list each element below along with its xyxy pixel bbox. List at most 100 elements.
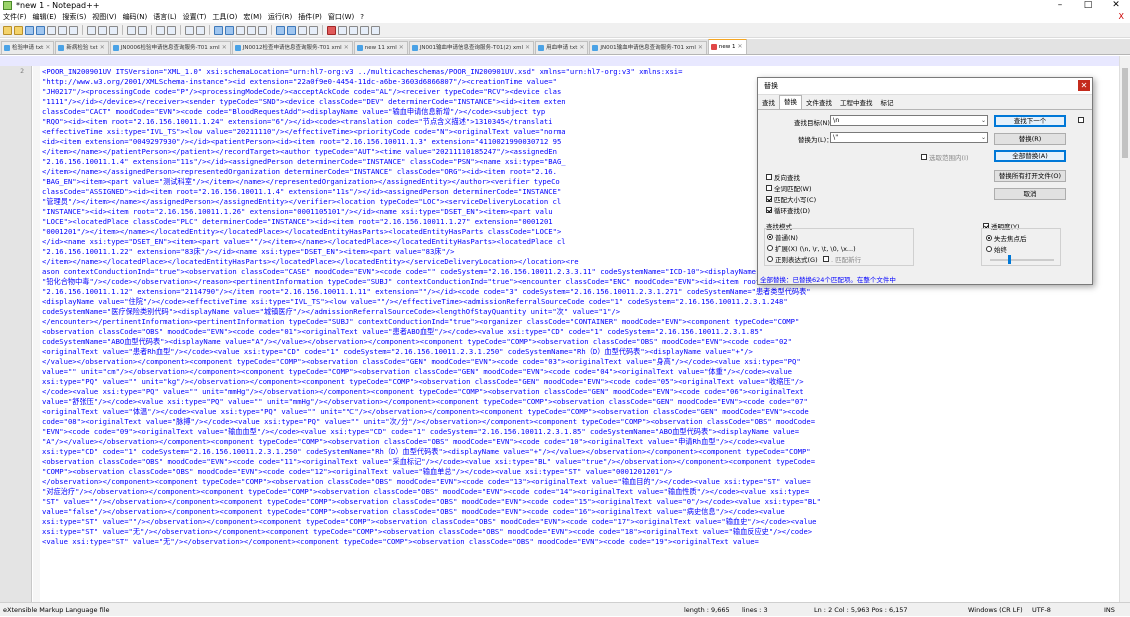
- stop-macro-icon[interactable]: [338, 25, 347, 35]
- redo-icon[interactable]: [138, 25, 147, 35]
- mode-normal-radio[interactable]: 普通(N): [767, 232, 798, 242]
- undo-icon[interactable]: [127, 25, 136, 35]
- menu-item[interactable]: 插件(P): [295, 11, 325, 23]
- checkbox-box[interactable]: [766, 196, 772, 202]
- menu-item[interactable]: 搜索(S): [59, 11, 89, 23]
- word-wrap-icon[interactable]: [236, 25, 245, 35]
- code-line[interactable]: xsi:type="ST" value=""/></observation></…: [42, 517, 1128, 527]
- checkbox-box[interactable]: [921, 154, 927, 160]
- menu-item[interactable]: ?: [357, 11, 367, 23]
- dialog-tab[interactable]: 工程中查找: [836, 97, 877, 109]
- sync-vertical-icon[interactable]: [214, 25, 223, 35]
- tab-close-icon[interactable]: ✕: [344, 42, 349, 54]
- tab-close-icon[interactable]: ✕: [45, 42, 50, 54]
- option-checkbox[interactable]: 匹配大小写(C): [766, 194, 816, 204]
- code-line[interactable]: "对症治疗"/></observation></component><compo…: [42, 487, 1128, 497]
- dialog-close-button[interactable]: ✕: [1078, 80, 1090, 91]
- code-line[interactable]: <originalText value="体温"/></code><value …: [42, 407, 1128, 417]
- close-document-icon[interactable]: X: [1119, 11, 1124, 23]
- mode-regex-radio[interactable]: 正则表达式(G): [767, 254, 818, 264]
- code-line[interactable]: </code><value xsi:type="PQ" value="" uni…: [42, 387, 1128, 397]
- tab-close-icon[interactable]: ✕: [738, 41, 743, 53]
- function-list-icon[interactable]: [287, 25, 296, 35]
- minimize-button[interactable]: –: [1046, 0, 1074, 11]
- find-next-option-checkbox[interactable]: [1078, 117, 1086, 123]
- replace-all-button[interactable]: 全部替换(A): [994, 150, 1066, 162]
- option-checkbox[interactable]: 循环查找(D): [766, 205, 810, 215]
- code-line[interactable]: "2.16.156.10011.1.12" extension="2114790…: [42, 287, 1128, 297]
- show-all-chars-icon[interactable]: [247, 25, 256, 35]
- document-tab[interactable]: new 11 xml ✕: [353, 41, 408, 54]
- code-line[interactable]: codeSystemName="ABO血型代码表"><displayName v…: [42, 337, 1128, 347]
- option-checkbox[interactable]: 全词匹配(W): [766, 183, 812, 193]
- dialog-tab[interactable]: 查找: [758, 97, 779, 109]
- code-line[interactable]: "COMP"><observation classCode="OBS" mood…: [42, 467, 1128, 477]
- new-file-icon[interactable]: [3, 25, 12, 35]
- zoom-in-icon[interactable]: [185, 25, 194, 35]
- menu-item[interactable]: 语言(L): [150, 11, 179, 23]
- dotall-checkbox[interactable]: . 匹配新行: [823, 254, 861, 264]
- code-line[interactable]: <displayName value="住院"/></code><effecti…: [42, 297, 1128, 307]
- print-icon[interactable]: [69, 25, 78, 35]
- checkbox-box[interactable]: [766, 185, 772, 191]
- vertical-scrollbar[interactable]: [1119, 56, 1130, 602]
- tab-close-icon[interactable]: ✕: [100, 42, 105, 54]
- code-line[interactable]: value="false"/></observation></component…: [42, 507, 1128, 517]
- checkbox-box[interactable]: [1078, 117, 1084, 123]
- code-line[interactable]: xsi:type="CD" code="1" codeSystem="2.16.…: [42, 447, 1128, 457]
- menu-item[interactable]: 窗口(W): [325, 11, 357, 23]
- code-line[interactable]: code="08"><originalText value="脉搏"/></co…: [42, 417, 1128, 427]
- mode-extended-radio[interactable]: 扩展(X) (\n, \r, \t, \0, \x...): [767, 243, 856, 253]
- menu-item[interactable]: 文件(F): [0, 11, 30, 23]
- slider-thumb[interactable]: [1008, 255, 1012, 264]
- tab-close-icon[interactable]: ✕: [579, 42, 584, 54]
- code-line[interactable]: <originalText value="患者Rh血型"/></code><va…: [42, 347, 1128, 357]
- document-tab[interactable]: 新病检验 txt ✕: [55, 41, 109, 54]
- copy-icon[interactable]: [98, 25, 107, 35]
- code-line[interactable]: <value xsi:type="ST" value="无"/></observ…: [42, 537, 1128, 547]
- menu-item[interactable]: 工具(O): [209, 11, 240, 23]
- code-line[interactable]: xsi:type="PQ" value="" unit="kg"/></obse…: [42, 377, 1128, 387]
- radio-dot[interactable]: [767, 234, 773, 240]
- document-tab[interactable]: JN0006检验申请信息查询服务-T01 xml ✕: [109, 41, 231, 54]
- monitoring-icon[interactable]: [309, 25, 318, 35]
- indent-guide-icon[interactable]: [258, 25, 267, 35]
- menu-item[interactable]: 编辑(E): [30, 11, 60, 23]
- find-next-button[interactable]: 查找下一个: [994, 115, 1066, 127]
- code-line[interactable]: codeSystemName="医疗保险类别代码"><displayName v…: [42, 307, 1128, 317]
- on-lose-focus-radio[interactable]: 失去焦点后: [986, 233, 1027, 243]
- checkbox-box[interactable]: [823, 256, 829, 262]
- radio-dot[interactable]: [767, 256, 773, 262]
- replace-icon[interactable]: [167, 25, 176, 35]
- save-macro-icon[interactable]: [371, 25, 380, 35]
- code-line[interactable]: xsi:type="ST" value="无"/></observation><…: [42, 527, 1128, 537]
- radio-dot[interactable]: [986, 235, 992, 241]
- save-icon[interactable]: [25, 25, 34, 35]
- maximize-button[interactable]: □: [1074, 0, 1102, 11]
- chevron-down-icon[interactable]: ⌄: [981, 133, 986, 142]
- code-line[interactable]: "A"/></value></observation></component><…: [42, 437, 1128, 447]
- code-line[interactable]: <observation classCode="OBS" moodCode="E…: [42, 457, 1128, 467]
- tab-close-icon[interactable]: ✕: [222, 42, 227, 54]
- document-tab[interactable]: JN001输血申请信息查询服务-T01(2) xml ✕: [408, 41, 535, 54]
- menu-item[interactable]: 运行(R): [265, 11, 295, 23]
- run-macro-multiple-icon[interactable]: [360, 25, 369, 35]
- tab-close-icon[interactable]: ✕: [698, 42, 703, 54]
- menu-item[interactable]: 宏(M): [240, 11, 265, 23]
- close-file-icon[interactable]: [47, 25, 56, 35]
- replace-button[interactable]: 替换(R): [994, 133, 1066, 145]
- tab-close-icon[interactable]: ✕: [399, 42, 404, 54]
- replace-input[interactable]: \" ⌄: [830, 132, 988, 143]
- menu-item[interactable]: 编码(N): [120, 11, 151, 23]
- doc-map-icon[interactable]: [276, 25, 285, 35]
- document-tab[interactable]: 检验申请 txt ✕: [1, 41, 55, 54]
- cut-icon[interactable]: [87, 25, 96, 35]
- option-checkbox[interactable]: 反向查找: [766, 172, 800, 182]
- close-all-icon[interactable]: [58, 25, 67, 35]
- dialog-tab[interactable]: 文件查找: [802, 97, 836, 109]
- code-line[interactable]: "EVN"><code code="09"><originalText valu…: [42, 427, 1128, 437]
- find-icon[interactable]: [156, 25, 165, 35]
- code-line[interactable]: <POOR_IN200901UV ITSVersion="XML_1.0" xs…: [42, 67, 1128, 77]
- menu-item[interactable]: 视图(V): [89, 11, 119, 23]
- document-tab[interactable]: 用血申请 txt ✕: [535, 41, 589, 54]
